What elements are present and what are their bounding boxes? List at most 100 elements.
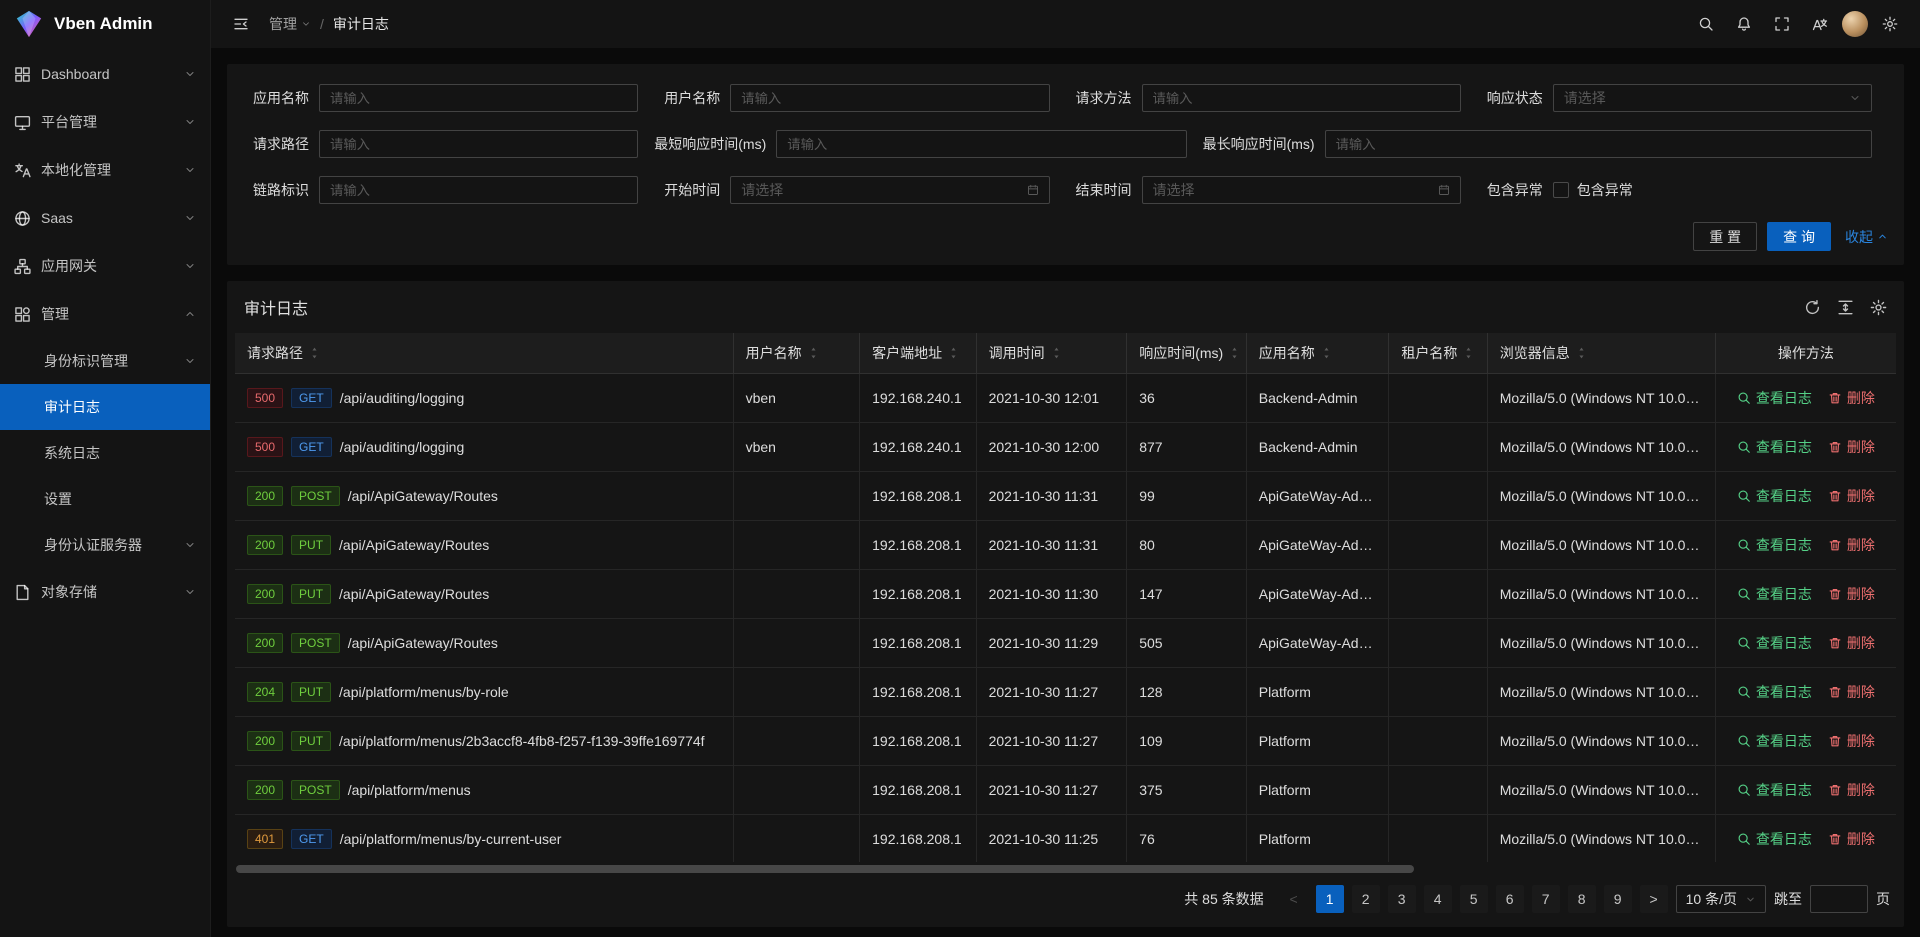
chevron-down-icon — [184, 355, 196, 367]
table-row: 200POST/api/ApiGateway/Routes192.168.208… — [235, 618, 1896, 667]
column-settings-gear-icon[interactable] — [1870, 299, 1887, 316]
page-button-2[interactable]: 2 — [1352, 885, 1380, 913]
tenant-name — [1389, 814, 1487, 862]
end-time-datepicker[interactable]: 请选择 — [1142, 176, 1461, 204]
column-header[interactable]: 租户名称 — [1389, 333, 1487, 373]
notification-bell-icon[interactable] — [1728, 8, 1760, 40]
page-button-3[interactable]: 3 — [1388, 885, 1416, 913]
collapse-link[interactable]: 收起 — [1845, 227, 1888, 247]
sidebar-item-manage[interactable]: 管理 — [0, 290, 210, 338]
column-header[interactable]: 调用时间 — [976, 333, 1127, 373]
refresh-icon[interactable] — [1804, 299, 1821, 316]
view-log-button[interactable]: 查看日志 — [1737, 829, 1812, 849]
delete-button[interactable]: 删除 — [1828, 829, 1875, 849]
app-name: ApiGateWay-Admin — [1246, 471, 1389, 520]
delete-button[interactable]: 删除 — [1828, 780, 1875, 800]
language-translate-icon[interactable] — [1804, 8, 1836, 40]
field-label: 响应状态 — [1477, 88, 1553, 108]
tenant-name — [1389, 618, 1487, 667]
search-icon[interactable] — [1690, 8, 1722, 40]
page-button-5[interactable]: 5 — [1460, 885, 1488, 913]
view-log-button[interactable]: 查看日志 — [1737, 388, 1812, 408]
prev-page-button[interactable]: < — [1280, 885, 1308, 913]
page-button-4[interactable]: 4 — [1424, 885, 1452, 913]
column-header[interactable]: 请求路径 — [235, 333, 733, 373]
sort-carets-icon — [1051, 346, 1062, 360]
delete-button[interactable]: 删除 — [1828, 535, 1875, 555]
table-row: 200PUT/api/platform/menus/2b3accf8-4fb8-… — [235, 716, 1896, 765]
trace-id-input[interactable] — [319, 176, 638, 204]
browser-info: Mozilla/5.0 (Windows NT 10.0; Win — [1487, 716, 1715, 765]
delete-button[interactable]: 删除 — [1828, 437, 1875, 457]
view-log-button[interactable]: 查看日志 — [1737, 437, 1812, 457]
page-button-8[interactable]: 8 — [1568, 885, 1596, 913]
delete-button[interactable]: 删除 — [1828, 388, 1875, 408]
horizontal-scrollbar[interactable] — [236, 865, 1895, 873]
chevron-down-icon — [184, 116, 196, 128]
max-response-time-input[interactable] — [1325, 130, 1872, 158]
column-header[interactable]: 客户端地址 — [860, 333, 976, 373]
jump-page-input[interactable] — [1810, 885, 1868, 913]
start-time-datepicker[interactable]: 请选择 — [730, 176, 1049, 204]
app-logo[interactable]: Vben Admin — [0, 0, 210, 48]
sidebar-item-platform[interactable]: 平台管理 — [0, 98, 210, 146]
view-log-button[interactable]: 查看日志 — [1737, 731, 1812, 751]
delete-button[interactable]: 删除 — [1828, 584, 1875, 604]
min-response-time-input[interactable] — [776, 130, 1186, 158]
search-icon — [1737, 489, 1751, 503]
response-time: 147 — [1127, 569, 1247, 618]
row-height-icon[interactable] — [1837, 299, 1854, 316]
response-status-select[interactable]: 请选择 — [1553, 84, 1872, 112]
delete-button[interactable]: 删除 — [1828, 633, 1875, 653]
view-log-button[interactable]: 查看日志 — [1737, 682, 1812, 702]
column-header[interactable]: 浏览器信息 — [1487, 333, 1715, 373]
view-log-button[interactable]: 查看日志 — [1737, 486, 1812, 506]
delete-button[interactable]: 删除 — [1828, 731, 1875, 751]
column-header[interactable]: 应用名称 — [1246, 333, 1389, 373]
reset-button[interactable]: 重 置 — [1693, 222, 1757, 251]
status-badge: 200 — [247, 780, 283, 800]
client-address: 192.168.208.1 — [860, 765, 976, 814]
column-header[interactable]: 用户名称 — [733, 333, 860, 373]
sidebar-item-identity-management[interactable]: 身份标识管理 — [0, 338, 210, 384]
user-name-input[interactable] — [730, 84, 1049, 112]
page-buttons: 123456789 — [1316, 885, 1632, 913]
sidebar-item-auth-server[interactable]: 身份认证服务器 — [0, 522, 210, 568]
scrollbar-thumb[interactable] — [236, 865, 1414, 873]
sidebar-item-dashboard[interactable]: Dashboard — [0, 50, 210, 98]
page-button-1[interactable]: 1 — [1316, 885, 1344, 913]
sidebar-item-saas[interactable]: Saas — [0, 194, 210, 242]
sidebar-item-object-storage[interactable]: 对象存储 — [0, 568, 210, 616]
sidebar-item-system-log[interactable]: 系统日志 — [0, 430, 210, 476]
app-name-input[interactable] — [319, 84, 638, 112]
next-page-button[interactable]: > — [1640, 885, 1668, 913]
sidebar-item-app-gateway[interactable]: 应用网关 — [0, 242, 210, 290]
page-button-7[interactable]: 7 — [1532, 885, 1560, 913]
call-time: 2021-10-30 11:31 — [976, 471, 1127, 520]
settings-gear-icon[interactable] — [1874, 8, 1906, 40]
view-log-button[interactable]: 查看日志 — [1737, 584, 1812, 604]
column-header[interactable]: 响应时间(ms) — [1127, 333, 1247, 373]
query-button[interactable]: 查 询 — [1767, 222, 1831, 251]
delete-button[interactable]: 删除 — [1828, 682, 1875, 702]
request-path: /api/auditing/logging — [340, 439, 465, 455]
fullscreen-icon[interactable] — [1766, 8, 1798, 40]
breadcrumb-item-manage[interactable]: 管理 — [269, 14, 311, 34]
delete-button[interactable]: 删除 — [1828, 486, 1875, 506]
page-button-9[interactable]: 9 — [1604, 885, 1632, 913]
has-exception-checkbox[interactable] — [1553, 182, 1569, 198]
view-log-button[interactable]: 查看日志 — [1737, 535, 1812, 555]
page-size-select[interactable]: 10 条/页 — [1676, 885, 1766, 913]
view-log-button[interactable]: 查看日志 — [1737, 780, 1812, 800]
view-log-button[interactable]: 查看日志 — [1737, 633, 1812, 653]
sidebar-item-localization[interactable]: 本地化管理 — [0, 146, 210, 194]
page-button-6[interactable]: 6 — [1496, 885, 1524, 913]
status-badge: 200 — [247, 535, 283, 555]
menu-fold-icon[interactable] — [225, 8, 257, 40]
user-avatar[interactable] — [1842, 11, 1868, 37]
http-method-input[interactable] — [1142, 84, 1461, 112]
sidebar-item-settings[interactable]: 设置 — [0, 476, 210, 522]
sidebar-item-audit-log[interactable]: 审计日志 — [0, 384, 210, 430]
status-badge: 401 — [247, 829, 283, 849]
request-path-input[interactable] — [319, 130, 638, 158]
